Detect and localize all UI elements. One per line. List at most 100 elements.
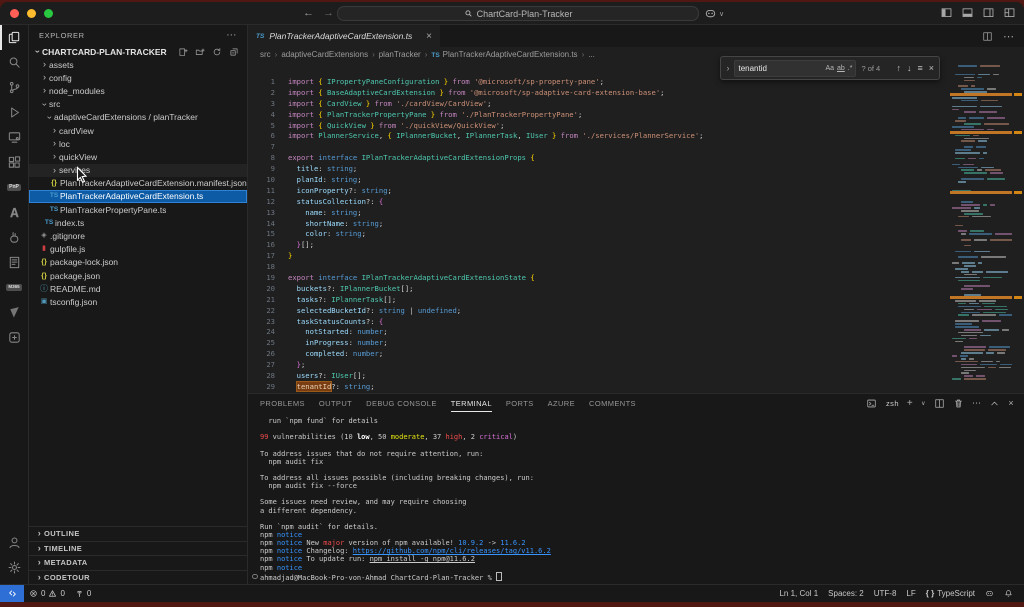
run-debug-icon[interactable] (0, 100, 28, 125)
panel-tab-ports[interactable]: PORTS (506, 394, 534, 412)
close-tab-icon[interactable]: × (426, 31, 432, 42)
breadcrumb-item[interactable]: planTracker (379, 50, 421, 59)
breadcrumb-item[interactable]: ... (588, 50, 595, 59)
close-find-icon[interactable]: × (929, 63, 934, 73)
code-editor[interactable]: 1import { IPropertyPaneConfiguration } f… (248, 61, 1024, 393)
editor-tab[interactable]: TS PlanTrackerAdaptiveCardExtension.ts × (248, 25, 440, 47)
account-icon[interactable] (0, 530, 28, 555)
maximize-window-button[interactable] (44, 9, 53, 18)
command-center-search[interactable]: ChartCard-Plan-Tracker (337, 6, 699, 21)
explorer-more-actions-icon[interactable]: ⋯ (226, 30, 237, 41)
back-button[interactable]: ← (303, 6, 314, 20)
tree-item[interactable]: ▮gulpfile.js (29, 243, 247, 256)
toggle-replace-chevron-icon[interactable]: › (726, 63, 729, 73)
panel-tab-debug-console[interactable]: DEBUG CONSOLE (366, 394, 437, 412)
remote-explorer-icon[interactable] (0, 125, 28, 150)
sidebar-section-codetour[interactable]: ›CODETOUR (29, 570, 247, 585)
problems-status[interactable]: 0 0 (24, 589, 70, 598)
close-panel-icon[interactable]: × (1008, 398, 1014, 408)
panel-tab-output[interactable]: OUTPUT (319, 394, 352, 412)
codetour-icon[interactable] (0, 325, 28, 350)
collapse-folders-icon[interactable] (229, 47, 239, 57)
customize-layout-icon[interactable] (1003, 6, 1016, 19)
settings-gear-icon[interactable] (0, 555, 28, 580)
toggle-sidebar-icon[interactable] (940, 6, 953, 19)
new-file-icon[interactable] (178, 47, 188, 57)
workspace-root-folder[interactable]: › CHARTCARD-PLAN-TRACKER (29, 45, 247, 58)
status-item-typescript[interactable]: { } TypeScript (921, 589, 980, 598)
copilot-status-icon[interactable] (980, 589, 999, 598)
ports-status[interactable]: 0 (70, 589, 96, 598)
minimize-window-button[interactable] (27, 9, 36, 18)
find-input[interactable] (735, 64, 825, 73)
panel-tab-azure[interactable]: AZURE (548, 394, 575, 412)
pnp-spfx-icon[interactable]: PnP (0, 175, 28, 200)
panel-tab-terminal[interactable]: TERMINAL (451, 394, 492, 412)
status-item-utf-8[interactable]: UTF-8 (869, 589, 902, 598)
tree-item[interactable]: TSPlanTrackerPropertyPane.ts (29, 203, 247, 216)
tree-item[interactable]: ▣tsconfig.json (29, 295, 247, 308)
tree-item[interactable]: {}PlanTrackerAdaptiveCardExtension.manif… (29, 177, 247, 190)
toggle-secondary-sidebar-icon[interactable] (982, 6, 995, 19)
new-folder-icon[interactable] (195, 47, 205, 57)
status-item-ln-1-col-1[interactable]: Ln 1, Col 1 (774, 589, 823, 598)
panel-tab-comments[interactable]: COMMENTS (589, 394, 636, 412)
tree-item[interactable]: TSPlanTrackerAdaptiveCardExtension.ts (29, 190, 247, 203)
tree-item[interactable]: ›loc (29, 137, 247, 150)
files-icon[interactable] (0, 25, 28, 50)
find-in-selection-icon[interactable]: ≡ (917, 63, 922, 73)
refresh-explorer-icon[interactable] (212, 47, 222, 57)
next-match-icon[interactable]: ↓ (907, 63, 912, 73)
tree-item[interactable]: ›quickView (29, 150, 247, 163)
live-share-icon[interactable] (0, 225, 28, 250)
panel-tab-problems[interactable]: PROBLEMS (260, 394, 305, 412)
tree-item[interactable]: ›adaptiveCardExtensions / planTracker (29, 111, 247, 124)
breadcrumb-item[interactable]: src (260, 50, 271, 59)
close-window-button[interactable] (10, 9, 19, 18)
previous-match-icon[interactable]: ↑ (896, 63, 901, 73)
remote-indicator[interactable] (0, 585, 24, 602)
tree-item[interactable]: {}package.json (29, 269, 247, 282)
tree-item[interactable]: ›cardView (29, 124, 247, 137)
tree-item[interactable]: ⓘREADME.md (29, 282, 247, 295)
tree-item[interactable]: ›node_modules (29, 84, 247, 97)
status-item-spaces-2[interactable]: Spaces: 2 (823, 589, 869, 598)
breadcrumb-item[interactable]: adaptiveCardExtensions (281, 50, 368, 59)
tree-item[interactable]: {}package-lock.json (29, 256, 247, 269)
azure-icon[interactable] (0, 200, 28, 225)
m365-icon[interactable]: M365 (0, 275, 28, 300)
sidebar-section-metadata[interactable]: ›METADATA (29, 555, 247, 570)
tree-item[interactable]: ›services (29, 164, 247, 177)
split-terminal-icon[interactable] (934, 398, 945, 409)
tree-item[interactable]: ◈.gitignore (29, 229, 247, 242)
kill-terminal-icon[interactable] (953, 398, 964, 409)
tree-item[interactable]: ›src (29, 98, 247, 111)
terminal[interactable]: run `npm fund` for details99 vulnerabili… (248, 412, 1024, 584)
tree-item[interactable]: TSindex.ts (29, 216, 247, 229)
search-icon[interactable] (0, 50, 28, 75)
regex-icon[interactable]: .* (848, 65, 853, 72)
tree-item[interactable]: ›assets (29, 58, 247, 71)
split-editor-icon[interactable] (982, 31, 993, 42)
minimap[interactable] (950, 63, 1012, 393)
status-item-lf[interactable]: LF (901, 589, 920, 598)
sidebar-section-outline[interactable]: ›OUTLINE (29, 526, 247, 541)
extensions-icon[interactable] (0, 150, 28, 175)
output-doc-icon[interactable] (0, 250, 28, 275)
whole-word-icon[interactable]: ab (837, 65, 845, 72)
copilot-dropdown-chevron-icon[interactable]: ∨ (719, 10, 724, 18)
source-control-icon[interactable] (0, 75, 28, 100)
tree-item[interactable]: ›config (29, 71, 247, 84)
breadcrumb-item[interactable]: TSPlanTrackerAdaptiveCardExtension.ts (431, 50, 577, 59)
notifications-bell-icon[interactable] (999, 589, 1018, 598)
terminal-dropdown-chevron-icon[interactable]: ∨ (921, 400, 926, 407)
terminal-icon[interactable] (866, 398, 877, 409)
teams-toolkit-icon[interactable] (0, 300, 28, 325)
maximize-panel-icon[interactable] (989, 398, 1000, 409)
sidebar-section-timeline[interactable]: ›TIMELINE (29, 541, 247, 556)
match-case-icon[interactable]: Aa (825, 65, 834, 72)
panel-more-actions-icon[interactable]: ⋯ (972, 398, 981, 409)
toggle-panel-icon[interactable] (961, 6, 974, 19)
new-terminal-icon[interactable]: + (907, 398, 913, 409)
copilot-icon[interactable] (704, 7, 717, 20)
